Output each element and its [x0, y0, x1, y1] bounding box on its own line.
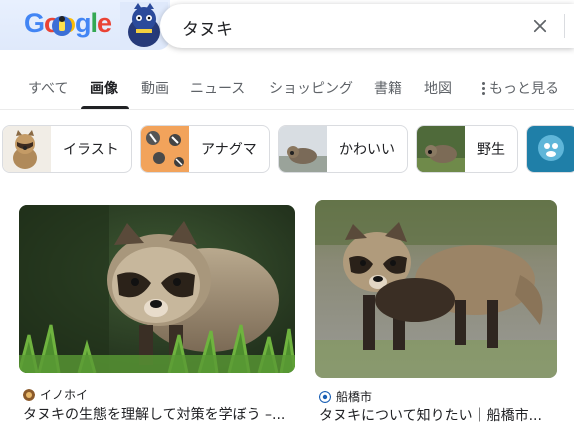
result-source[interactable]: 船橋市 [319, 388, 372, 405]
google-doodle-logo[interactable]: Google [0, 0, 170, 50]
result-title[interactable]: タヌキについて知りたい｜船橋市... [319, 405, 557, 425]
tab-more[interactable]: もっと見る [482, 78, 559, 98]
image-result[interactable]: 船橋市 タヌキについて知りたい｜船橋市... [315, 200, 557, 430]
tab-books[interactable]: 書籍 [374, 78, 402, 98]
chip-thumbnail-wild [417, 126, 465, 172]
related-chips: イラスト アナグマ かわいい 野生 [0, 124, 574, 176]
more-vert-icon [482, 81, 485, 95]
result-source-name: イノホイ [40, 388, 89, 402]
chip-thumbnail-cute [279, 126, 327, 172]
chip-label: イラスト [63, 142, 119, 158]
doodle-figure-icon [52, 16, 72, 36]
chip-more[interactable] [526, 125, 574, 173]
tab-news[interactable]: ニュース [190, 78, 245, 98]
tab-maps[interactable]: 地図 [424, 78, 452, 98]
tab-videos[interactable]: 動画 [141, 78, 169, 98]
chip-label: かわいい [339, 142, 395, 158]
result-title[interactable]: タヌキの生態を理解して対策を学ぼう –... [23, 404, 295, 424]
result-source[interactable]: イノホイ [23, 386, 88, 403]
result-source-name: 船橋市 [336, 390, 373, 404]
header: Google タヌキ [0, 0, 574, 56]
chip-thumbnail-illustration [3, 126, 51, 172]
tab-more-label: もっと見る [489, 81, 559, 97]
site-favicon [319, 390, 331, 403]
chip-label: アナグマ [201, 142, 257, 158]
chip-thumbnail-character [527, 126, 574, 172]
tab-shopping[interactable]: ショッピング [269, 78, 353, 98]
chip-wild[interactable]: 野生 [416, 125, 518, 173]
raccoon-dog-photo [315, 200, 557, 378]
site-favicon [23, 388, 35, 401]
image-result[interactable]: イノホイ タヌキの生態を理解して対策を学ぼう –... [19, 205, 295, 430]
chip-illustration[interactable]: イラスト [2, 125, 132, 173]
result-image-frame[interactable] [315, 200, 557, 378]
search-box[interactable]: タヌキ [160, 4, 574, 48]
chip-badger[interactable]: アナグマ [140, 125, 270, 173]
chip-thumbnail-badger [141, 126, 189, 172]
tab-all[interactable]: すべて [28, 78, 68, 98]
search-input[interactable]: タヌキ [182, 15, 233, 40]
chip-label: 野生 [477, 142, 505, 158]
tab-images[interactable]: 画像 [90, 78, 118, 98]
result-image-frame[interactable] [19, 205, 295, 373]
search-tabs: すべて 画像 動画 ニュース ショッピング 書籍 地図 もっと見る [0, 70, 574, 110]
chip-cute[interactable]: かわいい [278, 125, 408, 173]
clear-search-button[interactable] [528, 14, 552, 38]
search-divider [564, 14, 565, 38]
raccoon-dog-photo [19, 205, 295, 373]
active-tab-indicator [81, 106, 129, 109]
close-icon [533, 19, 547, 33]
